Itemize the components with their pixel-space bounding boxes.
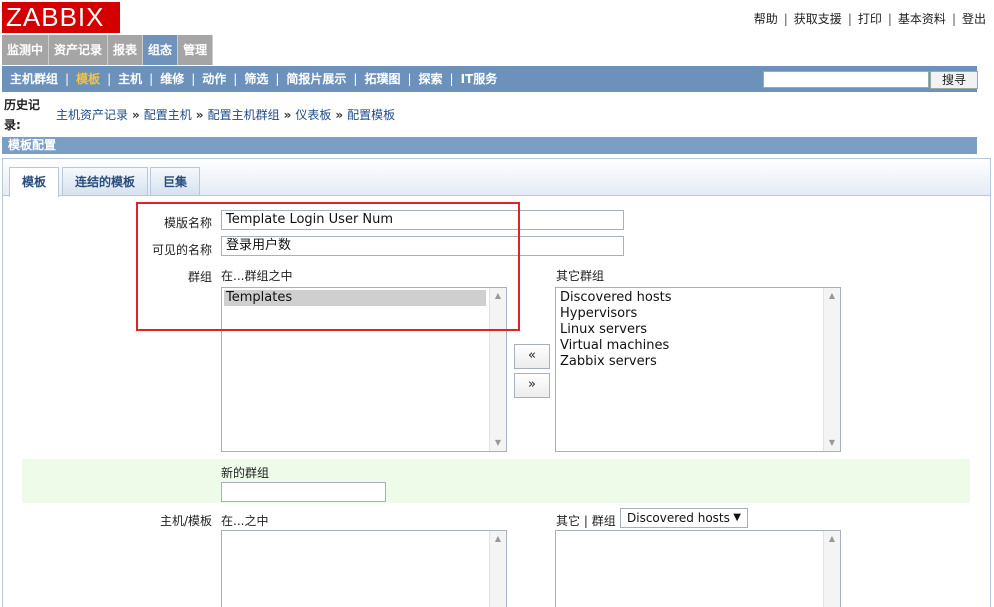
- hosts-other-listbox[interactable]: ▲: [555, 530, 841, 607]
- new-group-row: [22, 459, 970, 503]
- menu-administration[interactable]: 管理: [178, 35, 214, 65]
- breadcrumb-item[interactable]: 配置主机: [144, 108, 192, 122]
- submenu-slides[interactable]: 简报片展示: [286, 66, 346, 92]
- scroll-up-icon[interactable]: ▲: [490, 532, 506, 546]
- chevron-down-icon: ▼: [733, 512, 741, 523]
- annotation-highlight-box: [136, 202, 520, 331]
- other-groups-listbox[interactable]: Discovered hosts Hypervisors Linux serve…: [555, 287, 841, 452]
- submenu-templates[interactable]: 模板: [76, 66, 100, 92]
- other-group-label: 其它 | 群组: [556, 514, 616, 528]
- tab-macros[interactable]: 巨集: [150, 167, 201, 195]
- list-item[interactable]: Zabbix servers: [556, 354, 840, 370]
- breadcrumb-item[interactable]: 主机资产记录: [56, 108, 128, 122]
- submenu-maps[interactable]: 拓璞图: [364, 66, 400, 92]
- tab-linked-templates[interactable]: 连结的模板: [62, 167, 149, 195]
- help-link[interactable]: 帮助: [754, 12, 778, 26]
- sub-menu-items: 主机群组 | 模板 | 主机 | 维修 | 动作 | 筛选 | 简报片展示 | 拓璞图 | 探索 | IT服务: [10, 66, 497, 92]
- main-menu: 监测中 资产记录 报表 组态 管理: [2, 35, 214, 65]
- move-right-button[interactable]: »: [514, 373, 550, 398]
- list-item[interactable]: Linux servers: [556, 322, 840, 338]
- submenu-discovery[interactable]: 探索: [419, 66, 443, 92]
- search-button[interactable]: 搜寻: [930, 71, 978, 89]
- scroll-down-icon[interactable]: ▼: [490, 436, 506, 450]
- list-item[interactable]: Discovered hosts: [556, 290, 840, 306]
- scrollbar[interactable]: ▲: [823, 531, 840, 607]
- submenu-screens[interactable]: 筛选: [244, 66, 268, 92]
- menu-monitoring[interactable]: 监测中: [2, 35, 50, 65]
- scroll-up-icon[interactable]: ▲: [824, 532, 840, 546]
- top-links: 帮助 | 获取支援 | 打印 | 基本资料 | 登出: [754, 10, 986, 27]
- scroll-up-icon[interactable]: ▲: [824, 289, 840, 303]
- history-label: 历史记录:: [4, 98, 41, 132]
- new-group-label: 新的群组: [221, 466, 270, 480]
- in-label: 在...之中: [221, 514, 269, 528]
- breadcrumb: 主机资产记录» 配置主机» 配置主机群组» 仪表板» 配置模板: [56, 108, 396, 122]
- logout-link[interactable]: 登出: [962, 12, 986, 26]
- menu-inventory[interactable]: 资产记录: [49, 35, 109, 65]
- scrollbar[interactable]: ▲ ▼: [823, 288, 840, 451]
- breadcrumb-item[interactable]: 仪表板: [295, 108, 331, 122]
- menu-configuration[interactable]: 组态: [143, 35, 179, 65]
- profile-link[interactable]: 基本资料: [898, 12, 946, 26]
- hosts-templates-label: 主机/模板: [159, 514, 212, 528]
- print-link[interactable]: 打印: [858, 12, 882, 26]
- group-select[interactable]: Discovered hosts ▼: [620, 508, 748, 528]
- list-item[interactable]: Virtual machines: [556, 338, 840, 354]
- divider: |: [951, 12, 956, 26]
- hosts-in-listbox[interactable]: ▲: [221, 530, 507, 607]
- divider: |: [783, 12, 788, 26]
- support-link[interactable]: 获取支援: [794, 12, 842, 26]
- submenu-hosts[interactable]: 主机: [118, 66, 142, 92]
- scrollbar[interactable]: ▲: [489, 531, 506, 607]
- new-group-field[interactable]: [221, 482, 386, 502]
- breadcrumb-item[interactable]: 配置模板: [347, 108, 395, 122]
- zabbix-logo[interactable]: ZABBIX: [2, 2, 120, 33]
- submenu-it-services[interactable]: IT服务: [461, 66, 498, 92]
- submenu-host-groups[interactable]: 主机群组: [10, 66, 58, 92]
- scroll-down-icon[interactable]: ▼: [824, 436, 840, 450]
- move-left-button[interactable]: «: [514, 344, 550, 369]
- tab-template[interactable]: 模板: [9, 167, 60, 197]
- divider: |: [887, 12, 892, 26]
- divider: |: [847, 12, 852, 26]
- submenu-maintenance[interactable]: 维修: [160, 66, 184, 92]
- menu-reports[interactable]: 报表: [108, 35, 144, 65]
- section-title: 模板配置: [2, 137, 977, 154]
- breadcrumb-item[interactable]: 配置主机群组: [208, 108, 280, 122]
- sub-menu: 主机群组 | 模板 | 主机 | 维修 | 动作 | 筛选 | 简报片展示 | 拓璞图 | 探索 | IT服务 搜寻: [2, 66, 978, 92]
- list-item[interactable]: Hypervisors: [556, 306, 840, 322]
- submenu-actions[interactable]: 动作: [202, 66, 226, 92]
- other-groups-label: 其它群组: [556, 269, 605, 283]
- search-input[interactable]: [763, 71, 929, 88]
